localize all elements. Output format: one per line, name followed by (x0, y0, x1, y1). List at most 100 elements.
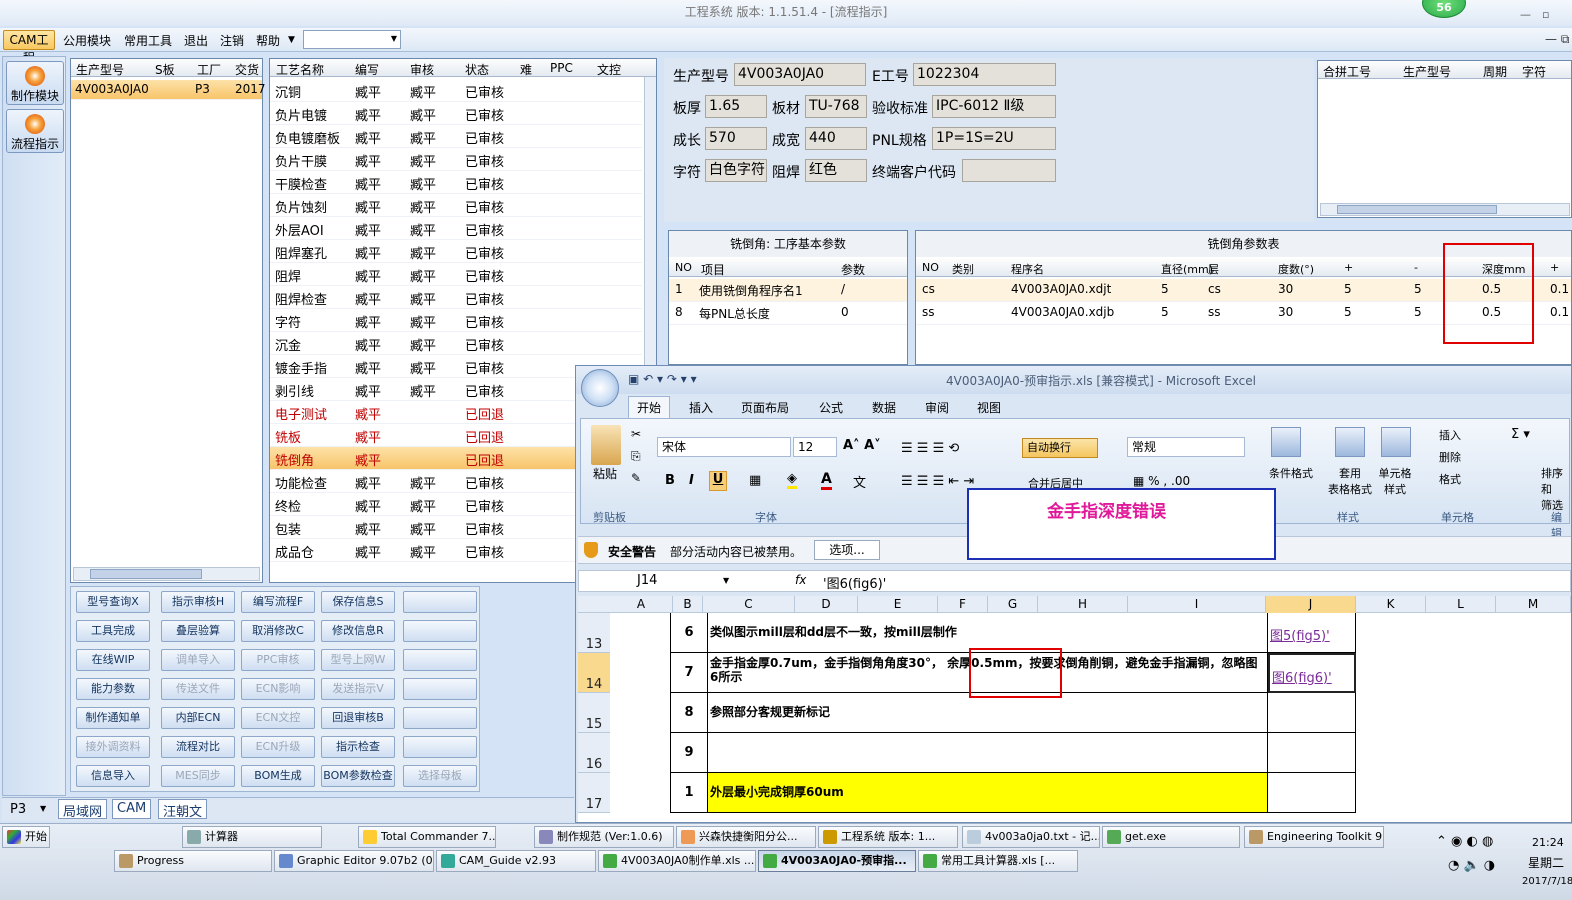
column-header[interactable]: J (1266, 596, 1356, 613)
field-char[interactable]: 白色字符 (705, 159, 767, 182)
col-model[interactable]: 生产型号 (76, 61, 124, 78)
taskbar-app[interactable]: 4V003A0JA0制作单.xls ... (598, 850, 756, 872)
field-pnl[interactable]: 1P=1S=2U (932, 127, 1056, 150)
column-header[interactable]: D (795, 596, 858, 613)
paste-label[interactable]: 粘贴 (593, 465, 617, 482)
size-select[interactable]: 12 (793, 437, 837, 457)
options-button[interactable]: 选项... (814, 540, 880, 560)
action-button[interactable]: 指示审核H (161, 591, 235, 613)
field-thick[interactable]: 1.65 (705, 95, 767, 118)
conditional-format-icon[interactable] (1271, 427, 1301, 457)
taskbar-app[interactable]: 4V003A0JA0-预审指... (758, 850, 916, 872)
col-ppc[interactable]: PPC (550, 61, 573, 75)
action-button[interactable]: 调单导入 (161, 649, 235, 671)
align-left-icon[interactable]: ☰ ☰ ☰ ⇤ ⇥ (901, 474, 974, 489)
action-button[interactable]: 保存信息S (321, 591, 395, 613)
field-width[interactable]: 440 (805, 127, 867, 150)
taskbar-app[interactable]: Engineering Toolkit 9... (1244, 826, 1384, 848)
taskbar-app[interactable]: 制作规范 (Ver:1.0.6) (534, 826, 674, 848)
process-row[interactable]: 负片蚀刻 臧平 臧平 已审核 (270, 194, 642, 217)
font-color-icon[interactable]: A (821, 471, 832, 490)
chamfer-basic-row[interactable]: 1 使用铣倒角程序名1 / (669, 279, 907, 302)
action-button[interactable]: BOM参数检查 (321, 765, 395, 787)
column-header[interactable]: C (703, 596, 795, 613)
cell-number[interactable]: 1 (670, 773, 708, 813)
cell-number[interactable]: 7 (670, 653, 708, 693)
taskbar-app[interactable]: 4v003a0ja0.txt - 记... (962, 826, 1100, 848)
ribbon-tab[interactable]: 视图 (977, 399, 1001, 416)
cell-style-icon[interactable] (1381, 427, 1411, 457)
bold-icon[interactable]: B (665, 473, 675, 488)
action-button[interactable]: MES同步 (161, 765, 235, 787)
column-header[interactable]: K (1356, 596, 1426, 613)
column-header[interactable]: I (1128, 596, 1266, 613)
column-header[interactable]: A (610, 596, 673, 613)
taskbar-app[interactable]: CAM_Guide v2.93 (436, 850, 596, 872)
action-button[interactable] (403, 707, 477, 729)
column-header[interactable]: F (938, 596, 988, 613)
menu-help[interactable]: 帮助 (256, 32, 280, 49)
action-button[interactable]: 制作通知单 (76, 707, 150, 729)
action-button[interactable]: PPC审核 (241, 649, 315, 671)
ribbon-tab[interactable]: 插入 (689, 399, 713, 416)
fill-color-icon[interactable]: ◈ (787, 471, 797, 489)
cell-link[interactable]: 图6(fig6)' (1268, 653, 1356, 693)
cell-number[interactable]: 8 (670, 693, 708, 733)
conditional-format-button[interactable]: 条件格式 (1269, 465, 1313, 481)
action-button[interactable]: 型号查询X (76, 591, 150, 613)
menu-tools[interactable]: 常用工具 (124, 32, 172, 49)
field-mask[interactable]: 红色 (805, 159, 867, 182)
col-status[interactable]: 状态 (465, 61, 489, 78)
action-button[interactable]: 发送指示V (321, 678, 395, 700)
nav-flow-guide[interactable]: 流程指示 (6, 109, 64, 153)
grow-font-icon[interactable]: A˄ A˅ (843, 438, 881, 453)
process-row[interactable]: 阻焊 臧平 臧平 已审核 (270, 263, 642, 286)
action-button[interactable]: 型号上网W (321, 649, 395, 671)
action-button[interactable]: 工具完成 (76, 620, 150, 642)
col-factory[interactable]: 工厂 (197, 61, 221, 78)
row-header[interactable]: 17 (578, 773, 610, 813)
format-painter-icon[interactable]: ✎ (631, 471, 641, 485)
column-header[interactable]: E (858, 596, 938, 613)
delete-cells-button[interactable]: 删除 (1439, 449, 1461, 465)
action-button[interactable] (403, 736, 477, 758)
border-icon[interactable]: ▦ (749, 473, 761, 488)
action-button[interactable]: 在线WIP (76, 649, 150, 671)
taskbar-app[interactable]: Graphic Editor 9.07b2 (0... (274, 850, 434, 872)
col-process[interactable]: 工艺名称 (276, 61, 324, 78)
action-button[interactable]: 内部ECN (161, 707, 235, 729)
cell-text[interactable]: 外层最小完成铜厚60um (708, 773, 1268, 813)
factory-select[interactable]: P3 (10, 802, 26, 817)
col-merge-period[interactable]: 周期 (1483, 63, 1507, 80)
font-select[interactable]: 宋体 (657, 437, 791, 457)
menu-combo[interactable]: ▼ (303, 30, 401, 49)
row-header[interactable]: 13 (578, 613, 610, 653)
action-button[interactable]: 流程对比 (161, 736, 235, 758)
action-button[interactable]: 能力参数 (76, 678, 150, 700)
ribbon-tab[interactable]: 审阅 (925, 399, 949, 416)
column-header[interactable]: G (988, 596, 1038, 613)
action-button[interactable] (403, 649, 477, 671)
process-row[interactable]: 负电镀磨板 臧平 臧平 已审核 (270, 125, 642, 148)
column-header[interactable]: M (1496, 596, 1571, 613)
number-format-select[interactable]: 常规 (1127, 437, 1245, 457)
process-row[interactable]: 阻焊塞孔 臧平 臧平 已审核 (270, 240, 642, 263)
cell-link[interactable] (1268, 773, 1356, 813)
process-row[interactable]: 干膜检查 臧平 臧平 已审核 (270, 171, 642, 194)
taskbar-app[interactable]: get.exe (1102, 826, 1240, 848)
table-format-button[interactable]: 套用 表格格式 (1327, 465, 1373, 497)
col-merge-eno[interactable]: 合拼工号 (1323, 63, 1371, 80)
action-button[interactable]: 编写流程F (241, 591, 315, 613)
action-button[interactable]: 叠层验算 (161, 620, 235, 642)
cell-number[interactable]: 9 (670, 733, 708, 773)
action-button[interactable]: ECN文控 (241, 707, 315, 729)
italic-icon[interactable]: I (689, 473, 694, 488)
row-header[interactable]: 15 (578, 693, 610, 733)
nav-make-module[interactable]: 制作模块 (6, 61, 64, 105)
menu-logout[interactable]: 注销 (220, 32, 244, 49)
col-doc[interactable]: 文控 (597, 61, 621, 78)
merge-hscrollbar[interactable] (1320, 203, 1570, 216)
action-button[interactable]: 修改信息R (321, 620, 395, 642)
row-header[interactable]: 14 (578, 653, 610, 693)
fx-icon[interactable]: fx (795, 573, 806, 587)
